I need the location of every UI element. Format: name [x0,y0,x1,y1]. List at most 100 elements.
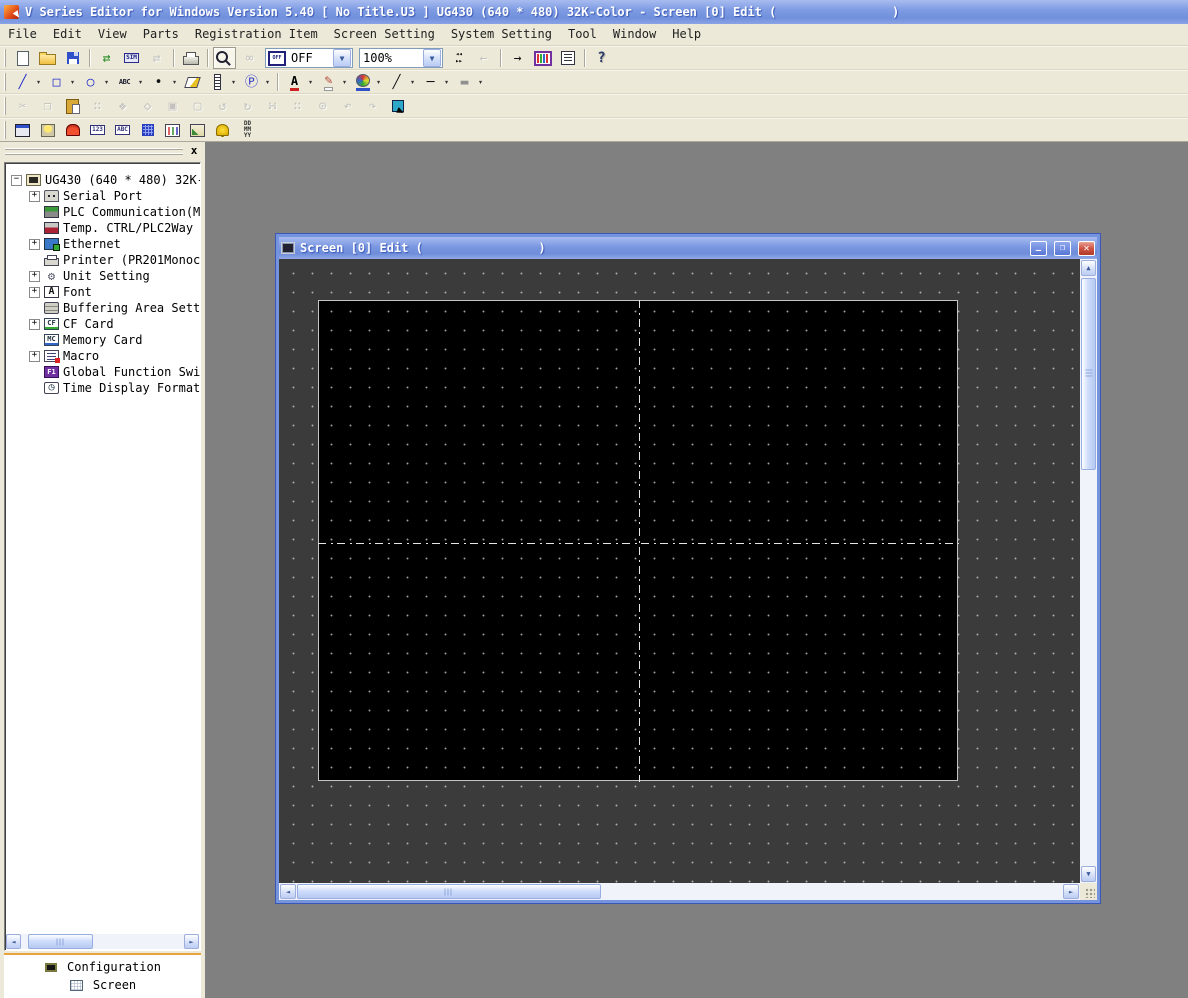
tab-screen[interactable]: Screen [4,976,201,994]
tree-node-printer[interactable]: Printer (PR201Monoch [5,252,200,268]
toolbar-grip[interactable] [4,49,6,67]
dropdown-arrow-icon[interactable]: ▾ [231,79,236,87]
resize-grip[interactable] [1080,883,1097,900]
switch-part-button[interactable]: ▾ [11,119,34,141]
dropdown-arrow-icon[interactable]: ▾ [104,79,109,87]
dropdown-arrow-icon[interactable]: ▾ [410,79,415,87]
grid-combo-dropdown[interactable]: ▼ [333,49,351,67]
align-button[interactable]: ∺ ▾ [261,95,284,117]
pattern-p-tool-button[interactable]: Ⓟ ▾ [240,71,272,93]
open-file-button[interactable]: ▾ [36,47,59,69]
print-button[interactable]: ▾ [179,47,202,69]
menu-item[interactable]: Tool [560,24,605,45]
menu-item[interactable]: Edit [45,24,90,45]
ungroup-button[interactable]: ◇ ▾ [136,95,159,117]
screen-window-titlebar[interactable]: Screen [0] Edit ( ) — ❐ ✕ [279,237,1097,259]
search-button[interactable]: ∞ ▾ [238,47,261,69]
alarm-part-button[interactable]: ▾ [61,119,84,141]
dropdown-arrow-icon[interactable]: ▾ [342,79,347,87]
menu-item[interactable]: System Setting [443,24,560,45]
scale-tool-button[interactable]: ▾ [206,71,238,93]
char-display-part-button[interactable]: ABC ▾ [111,119,134,141]
tree-expander-icon[interactable]: + [29,287,40,298]
minimize-button[interactable]: — [1030,241,1047,256]
tree-node-plc-communication[interactable]: PLC Communication(M [5,204,200,220]
redo-button[interactable]: ↷ ▾ [361,95,384,117]
multi-copy-button[interactable]: ∷ ▾ [86,95,109,117]
scroll-up-icon[interactable]: ▲ [1081,260,1096,276]
line-tool-button[interactable]: ╱ ▾ [11,71,43,93]
tree-node-time-display-format[interactable]: Time Display Format [5,380,200,396]
menu-item[interactable]: Registration Item [187,24,326,45]
dropdown-arrow-icon[interactable]: ▾ [444,79,449,87]
numeric-display-part-button[interactable]: 123 ▾ [86,119,109,141]
panel-grip[interactable] [5,148,183,155]
close-button[interactable]: ✕ [1078,241,1095,256]
graph-part-button[interactable]: ▾ [161,119,184,141]
tree-node-global-function-switch[interactable]: Global Function Swi [5,364,200,380]
palette-button[interactable]: ▾ [351,71,383,93]
line-width-button[interactable]: ─ ▾ [419,71,451,93]
select-mode-button[interactable]: ▾ [386,95,409,117]
menu-item[interactable]: Parts [135,24,187,45]
grid-mode-combo[interactable]: OFF OFF ▼ [265,48,353,68]
calendar-part-button[interactable]: DD MM YY ▾ [236,119,259,141]
circle-tool-button[interactable]: ○ ▾ [79,71,111,93]
zoom-combo-dropdown[interactable]: ▼ [423,49,441,67]
app-titlebar[interactable]: V Series Editor for Windows Version 5.40… [0,0,1188,24]
pen-color-button[interactable]: ✎ ▾ [317,71,349,93]
tree-expander-icon[interactable]: + [29,191,40,202]
maximize-button[interactable]: ❐ [1054,241,1071,256]
fill-pattern-button[interactable]: ▬ ▾ [453,71,485,93]
group-button[interactable]: ❖ ▾ [111,95,134,117]
tree-node-font[interactable]: + Font [5,284,200,300]
scroll-down-icon[interactable]: ▼ [1081,866,1096,882]
rotate-left-button[interactable]: ↺ ▾ [211,95,234,117]
paint-tool-button[interactable]: ▾ [181,71,204,93]
download-transfer-button[interactable]: ⇄ ▾ [95,47,118,69]
tree-node-unit-setting[interactable]: + Unit Setting [5,268,200,284]
tree-expander-icon[interactable]: + [29,351,40,362]
line-type-button[interactable]: ╱ ▾ [385,71,417,93]
dropdown-arrow-icon[interactable]: ▾ [265,79,270,87]
text-tool-button[interactable]: ABC ▾ [113,71,145,93]
panel-close-icon[interactable]: x [187,144,201,158]
back-screen-button[interactable]: ← ▾ [472,47,495,69]
project-panel-header[interactable]: x [2,144,203,160]
tab-configuration[interactable]: Configuration [4,958,201,976]
toolbar-grip[interactable] [4,73,6,91]
tree-node-ethernet[interactable]: + Ethernet [5,236,200,252]
entry-keypad-part-button[interactable]: ▾ [136,119,159,141]
tree-node-macro[interactable]: + Macro [5,348,200,364]
dropdown-arrow-icon[interactable]: ▾ [308,79,313,87]
menu-item[interactable]: View [90,24,135,45]
menu-item[interactable]: Help [664,24,709,45]
screen-list-button[interactable]: ▾ [531,47,554,69]
text-color-button[interactable]: A ▾ [283,71,315,93]
bring-to-front-button[interactable]: ▣ ▾ [161,95,184,117]
dropdown-arrow-icon[interactable]: ▾ [70,79,75,87]
save-button[interactable]: ▾ [61,47,84,69]
tree-expander-icon[interactable]: + [29,239,40,250]
new-file-button[interactable]: ▾ [11,47,34,69]
undo-button[interactable]: ↶ ▾ [336,95,359,117]
paste-button[interactable]: ▾ [61,95,84,117]
help-button[interactable]: ? ▾ [590,47,613,69]
cut-button[interactable]: ✂ ▾ [11,95,34,117]
tree-node-serial-port[interactable]: + Serial Port [5,188,200,204]
tree-node-temp-ctrl-plc2way[interactable]: Temp. CTRL/PLC2Way [5,220,200,236]
rotate-right-button[interactable]: ↻ ▾ [236,95,259,117]
tree-expander-icon[interactable]: + [29,319,40,330]
menu-item[interactable]: Screen Setting [326,24,443,45]
menu-item[interactable]: Window [605,24,664,45]
statistic-graph-part-button[interactable]: ▾ [186,119,209,141]
horizontal-scrollbar[interactable]: ◄ ► [279,883,1080,900]
copy-button[interactable]: ❐ ▾ [36,95,59,117]
send-to-back-button[interactable]: ▢ ▾ [186,95,209,117]
zoom-tool-button[interactable]: ▾ [213,47,236,69]
buzzer-part-button[interactable]: ▾ [211,119,234,141]
prev-next-screen-button[interactable]: ◂◂ ▸▸ ▾ [447,47,470,69]
dropdown-arrow-icon[interactable]: ▾ [376,79,381,87]
upload-transfer-button[interactable]: ⇄ ▾ [145,47,168,69]
zoom-level-combo[interactable]: 100% ▼ [359,48,443,68]
